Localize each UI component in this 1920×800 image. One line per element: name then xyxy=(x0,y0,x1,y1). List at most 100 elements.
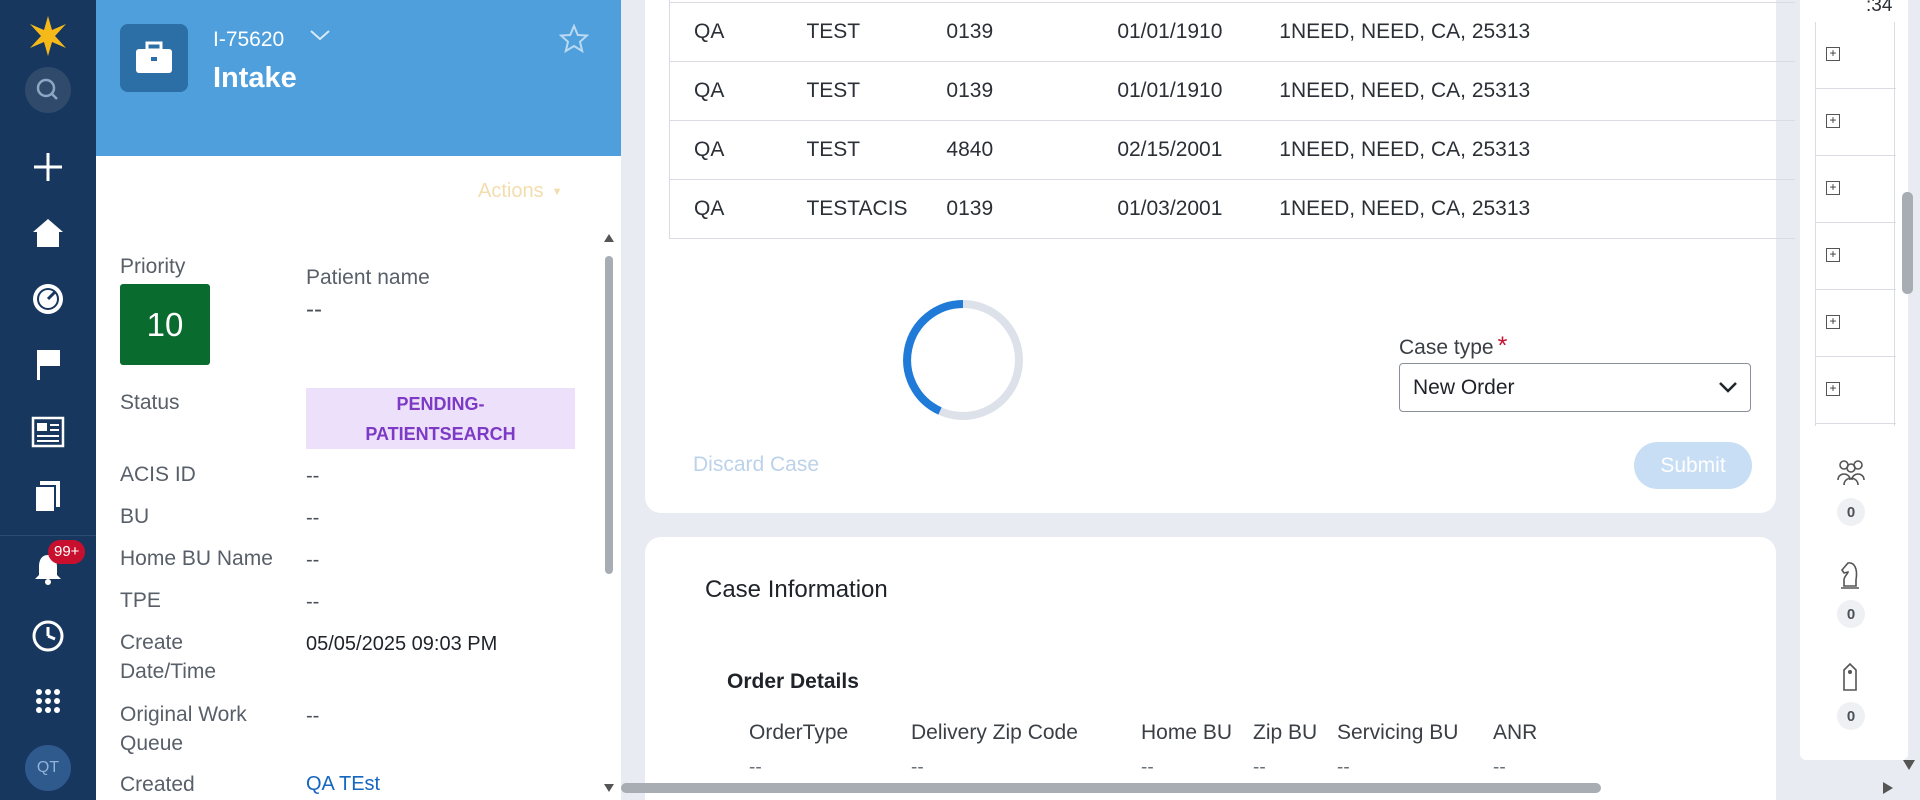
case-type-value: New Order xyxy=(1413,376,1515,399)
table-cell: QA xyxy=(669,120,807,180)
priority-value: 10 xyxy=(120,284,210,365)
briefcase-icon xyxy=(120,24,188,92)
create-label-line-2: Date/Time xyxy=(120,660,217,683)
plus-icon[interactable] xyxy=(24,143,72,191)
expand-plus-icon[interactable]: + xyxy=(1826,248,1840,262)
table-cell: QA xyxy=(669,61,807,121)
status-line-1: PENDING- xyxy=(396,394,485,414)
news-icon[interactable] xyxy=(24,408,72,456)
scrollbar-thumb[interactable] xyxy=(1902,192,1913,294)
order-details-title: Order Details xyxy=(727,670,859,693)
case-id: I-75620 xyxy=(213,28,285,51)
chess-knight-icon[interactable] xyxy=(1838,560,1862,595)
history-icon[interactable] xyxy=(24,612,72,660)
apps-grid-icon[interactable] xyxy=(24,677,72,725)
documents-icon[interactable] xyxy=(24,472,72,520)
create-datetime-label: Create Date/Time xyxy=(120,628,216,686)
table-row[interactable]: QATEST013901/01/19101NEED, NEED, CA, 253… xyxy=(669,2,1795,62)
expand-plus-icon[interactable]: + xyxy=(1826,315,1840,329)
original-work-queue-label: Original Work Queue xyxy=(120,700,247,758)
pega-logo-icon[interactable] xyxy=(24,12,72,60)
case-type-label-text: Case type xyxy=(1399,336,1494,359)
scroll-right-arrow-icon[interactable] xyxy=(1883,782,1893,794)
delivery-zip-header: Delivery Zip Code xyxy=(911,721,1078,744)
zip-bu-header: Zip BU xyxy=(1253,721,1318,744)
table-cell: 02/15/2001 xyxy=(1117,120,1280,180)
loading-spinner xyxy=(903,300,1023,420)
status-badge: PENDING- PATIENTSEARCH xyxy=(306,388,575,449)
expand-plus-icon[interactable]: + xyxy=(1826,382,1840,396)
home-bu-header: Home BU xyxy=(1141,721,1233,744)
utility-expand-list: + + + + + + xyxy=(1815,22,1896,426)
table-cell: 1NEED, NEED, CA, 25313 xyxy=(1279,179,1795,239)
case-summary-panel: I-75620 Intake Actions ▼ Priority 10 Pati… xyxy=(96,0,621,800)
actions-menu[interactable]: Actions ▼ xyxy=(478,180,562,203)
created-by-link[interactable]: QA TEst xyxy=(306,770,380,799)
home-bu-value: -- xyxy=(1141,757,1154,778)
case-panel-scrollbar[interactable] xyxy=(604,232,614,800)
table-cell: 01/01/1910 xyxy=(1117,61,1280,121)
patient-results-table: QA TEST 0139 01/01/1910 1NEED, NEED, CA, 253… xyxy=(669,0,1795,239)
owq-label-line-2: Queue xyxy=(120,732,184,755)
corner-text: :34 xyxy=(1866,0,1893,16)
anr-header: ANR xyxy=(1493,721,1538,744)
nav-rail: 99+ QT xyxy=(0,0,96,800)
tag-icon[interactable] xyxy=(1840,662,1860,697)
discard-case-button[interactable]: Discard Case xyxy=(693,453,819,477)
create-datetime-value: 05/05/2025 09:03 PM xyxy=(306,633,498,655)
chevron-down-icon[interactable] xyxy=(309,28,331,47)
horizontal-scrollbar[interactable] xyxy=(621,780,1901,796)
case-information-card: Case Information Order Details OrderType… xyxy=(645,537,1776,800)
flag-icon[interactable] xyxy=(24,341,72,389)
search-icon[interactable] xyxy=(24,66,72,114)
patient-name-value: -- xyxy=(306,296,322,323)
home-bu-label: Home BU Name xyxy=(120,547,273,570)
scrollbar-thumb[interactable] xyxy=(621,783,1601,793)
required-mark: * xyxy=(1497,332,1508,360)
table-cell: 1NEED, NEED, CA, 25313 xyxy=(1279,61,1795,121)
expand-plus-icon[interactable]: + xyxy=(1826,114,1840,128)
expand-plus-icon[interactable]: + xyxy=(1826,181,1840,195)
table-cell: 0139 xyxy=(946,61,1118,121)
utility-row: + xyxy=(1816,357,1896,424)
table-row[interactable]: QATEST013901/01/19101NEED, NEED, CA, 253… xyxy=(669,61,1795,121)
case-type-select[interactable]: New Order xyxy=(1399,363,1751,412)
star-icon[interactable] xyxy=(558,23,590,59)
table-cell: TEST xyxy=(806,2,947,62)
acis-id-value: -- xyxy=(306,465,320,487)
table-cell: TEST xyxy=(806,120,947,180)
table-row[interactable]: QA TESTACIS 0139 01/03/2001 1NEED, NEED, CA,… xyxy=(669,179,1795,239)
bu-value: -- xyxy=(306,507,320,529)
table-cell: 1NEED, NEED, CA, 25313 xyxy=(1279,120,1795,180)
table-cell: 01/03/2001 xyxy=(1117,179,1280,239)
table-cell: 1NEED, NEED, CA, 25313 xyxy=(1279,2,1795,62)
scroll-down-arrow-icon[interactable] xyxy=(1903,760,1915,770)
tpe-value: -- xyxy=(306,591,320,613)
servicing-bu-header: Servicing BU xyxy=(1337,721,1459,744)
expand-plus-icon[interactable]: + xyxy=(1826,47,1840,61)
scrollbar-thumb[interactable] xyxy=(605,256,613,574)
patient-name-label: Patient name xyxy=(306,266,430,289)
table-row[interactable]: QA TEST 4840 02/15/2001 1NEED, NEED, CA, 253… xyxy=(669,120,1795,180)
original-work-queue-value: -- xyxy=(306,705,320,727)
caret-down-icon: ▼ xyxy=(551,185,563,198)
bu-label: BU xyxy=(120,505,150,528)
created-label: Created xyxy=(120,773,195,796)
rail-divider xyxy=(0,535,96,536)
chevron-down-icon xyxy=(1719,382,1737,393)
dashboard-icon[interactable] xyxy=(24,275,72,323)
actions-label: Actions xyxy=(478,180,544,202)
notifications-badge: 99+ xyxy=(48,540,86,564)
anr-value: -- xyxy=(1493,757,1506,778)
page-scrollbar[interactable] xyxy=(1898,0,1920,800)
table-cell: TEST xyxy=(806,61,947,121)
case-title: Intake xyxy=(213,62,297,94)
submit-button[interactable]: Submit xyxy=(1634,442,1752,489)
home-icon[interactable] xyxy=(24,209,72,257)
utility-row: + xyxy=(1816,89,1896,156)
knight-count: 0 xyxy=(1837,600,1865,628)
avatar[interactable]: QT xyxy=(25,745,71,791)
team-icon[interactable] xyxy=(1836,458,1866,491)
servicing-bu-value: -- xyxy=(1337,757,1350,778)
status-line-2: PATIENTSEARCH xyxy=(365,424,516,444)
